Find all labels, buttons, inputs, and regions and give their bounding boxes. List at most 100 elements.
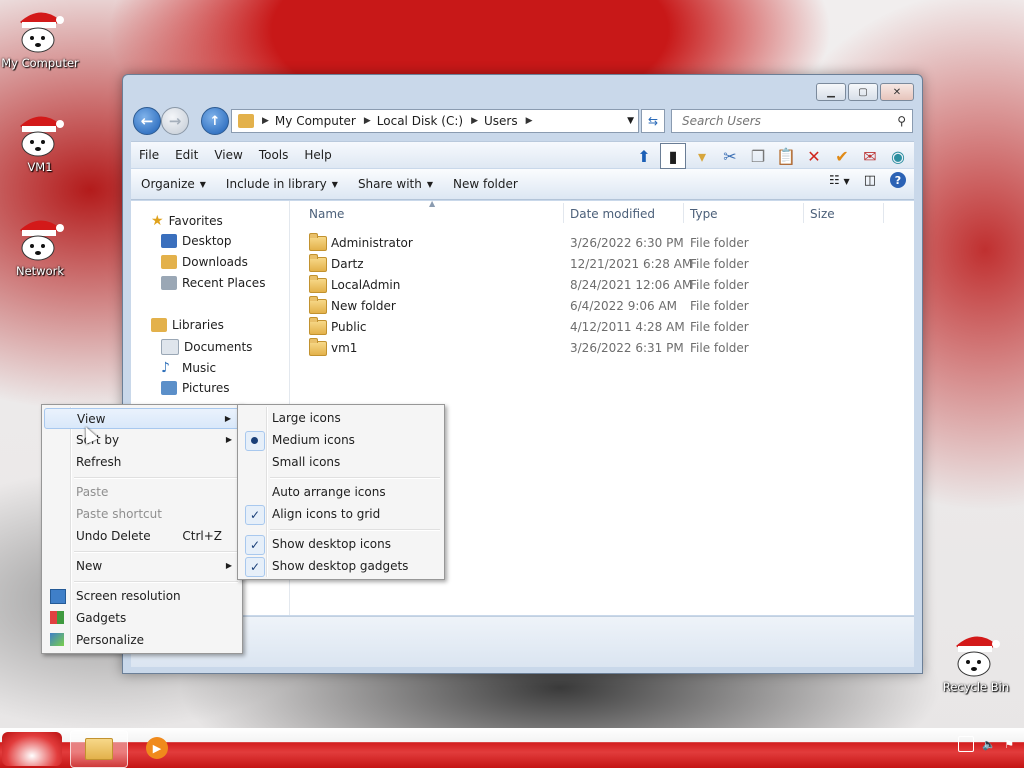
desktop-icon-network[interactable]: Network xyxy=(0,214,80,278)
menu-item-new[interactable]: New ▶ xyxy=(44,556,240,577)
email-icon[interactable]: ✉ xyxy=(858,144,882,168)
breadcrumb-segment[interactable]: Local Disk (C:) xyxy=(377,114,463,128)
column-separator xyxy=(563,203,564,223)
start-button[interactable] xyxy=(2,732,62,766)
chevron-down-icon[interactable]: ▼ xyxy=(627,116,634,126)
desktop-icon-my-computer[interactable]: My Computer xyxy=(0,6,80,70)
checkmark-icon: ✓ xyxy=(245,535,265,555)
delete-icon[interactable]: ✕ xyxy=(802,144,826,168)
back-button[interactable]: ← xyxy=(133,107,161,135)
breadcrumb-segment[interactable]: Users xyxy=(484,114,518,128)
menu-item-show-desktop-gadgets[interactable]: ✓ Show desktop gadgets xyxy=(240,556,442,577)
paste-icon[interactable]: 📋 xyxy=(774,144,798,168)
globe-icon[interactable]: ◉ xyxy=(886,144,910,168)
menu-item-small-icons[interactable]: Small icons xyxy=(240,452,442,473)
maximize-button[interactable]: ▢ xyxy=(848,83,878,101)
table-row[interactable]: New folder 6/4/2022 9:06 AM File folder xyxy=(291,296,914,317)
preview-pane-toggle-icon[interactable]: ◫ xyxy=(864,173,876,188)
address-bar[interactable]: ▶ My Computer ▶ Local Disk (C:) ▶ Users … xyxy=(231,109,639,133)
menu-item-label: Show desktop gadgets xyxy=(272,559,409,573)
include-in-library-button[interactable]: Include in library ▼ xyxy=(216,177,348,191)
minimize-button[interactable]: ▁ xyxy=(816,83,846,101)
table-row[interactable]: vm1 3/26/2022 6:31 PM File folder xyxy=(291,338,914,359)
menu-item-refresh[interactable]: Refresh xyxy=(44,452,240,473)
column-header-size[interactable]: Size xyxy=(810,207,835,221)
santa-dog-icon xyxy=(16,214,64,262)
view-options-icon[interactable]: ☷ ▼ xyxy=(829,173,850,187)
cut-icon[interactable]: ✂ xyxy=(718,144,742,168)
menu-item-screen-resolution[interactable]: Screen resolution xyxy=(44,586,240,607)
nav-music[interactable]: ♪ Music xyxy=(161,360,216,376)
folder-options-icon[interactable]: ▾ xyxy=(690,144,714,168)
menu-tools[interactable]: Tools xyxy=(251,148,297,162)
menu-file[interactable]: File xyxy=(131,148,167,162)
up-button[interactable]: ↑ xyxy=(201,107,229,135)
row-type: File folder xyxy=(690,299,749,313)
new-folder-button[interactable]: New folder xyxy=(443,177,528,191)
row-name: Public xyxy=(331,320,367,334)
table-row[interactable]: Administrator 3/26/2022 6:30 PM File fol… xyxy=(291,233,914,254)
menu-item-label: Screen resolution xyxy=(76,589,181,603)
table-row[interactable]: Dartz 12/21/2021 6:28 AM File folder xyxy=(291,254,914,275)
menu-item-paste[interactable]: Paste xyxy=(44,482,240,503)
column-header-date[interactable]: Date modified xyxy=(570,207,655,221)
nav-recent-places[interactable]: Recent Places xyxy=(161,276,265,290)
menu-item-gadgets[interactable]: Gadgets xyxy=(44,608,240,629)
checkmark-icon[interactable]: ✔ xyxy=(830,144,854,168)
column-header-name[interactable]: Name xyxy=(309,207,344,221)
volume-icon[interactable]: 🔈 xyxy=(982,738,996,751)
menu-item-medium-icons[interactable]: Medium icons xyxy=(240,430,442,451)
flag-icon[interactable]: ⚑ xyxy=(1004,738,1014,751)
nav-pictures[interactable]: Pictures xyxy=(161,381,230,395)
nav-downloads[interactable]: Downloads xyxy=(161,255,248,269)
menu-item-align-to-grid[interactable]: ✓ Align icons to grid xyxy=(240,504,442,525)
nav-desktop[interactable]: Desktop xyxy=(161,234,232,248)
help-icon[interactable]: ? xyxy=(890,172,906,188)
search-input[interactable] xyxy=(680,113,884,129)
menu-item-show-desktop-icons[interactable]: ✓ Show desktop icons xyxy=(240,534,442,555)
taskbar-explorer-button[interactable] xyxy=(70,730,128,768)
chevron-down-icon: ▼ xyxy=(426,179,433,189)
table-row[interactable]: Public 4/12/2011 4:28 AM File folder xyxy=(291,317,914,338)
up-folder-icon[interactable]: ⬆ xyxy=(632,144,656,168)
menu-item-auto-arrange[interactable]: Auto arrange icons xyxy=(240,482,442,503)
menu-item-view[interactable]: View ▶ xyxy=(44,408,240,429)
column-header-type[interactable]: Type xyxy=(690,207,718,221)
row-name: Administrator xyxy=(331,236,413,250)
desktop-icon-label: My Computer xyxy=(1,56,79,70)
close-button[interactable]: ✕ xyxy=(880,83,914,101)
menu-item-paste-shortcut[interactable]: Paste shortcut xyxy=(44,504,240,525)
maximize-icon: ▢ xyxy=(858,86,868,98)
checkmark-icon: ✓ xyxy=(245,505,265,525)
checkmark-icon: ✓ xyxy=(245,557,265,577)
desktop-icon-recycle-bin[interactable]: Recycle Bin xyxy=(936,630,1016,694)
nav-favorites[interactable]: ★ Favorites xyxy=(151,213,223,229)
table-row[interactable]: LocalAdmin 8/24/2021 12:06 AM File folde… xyxy=(291,275,914,296)
refresh-icon: ⇆ xyxy=(647,114,659,128)
menu-item-personalize[interactable]: Personalize xyxy=(44,630,240,651)
preview-pane-icon[interactable]: ▮ xyxy=(660,143,686,169)
menu-view[interactable]: View xyxy=(206,148,250,162)
organize-button[interactable]: Organize ▼ xyxy=(131,177,216,191)
menu-item-label: Personalize xyxy=(76,633,145,647)
menu-item-large-icons[interactable]: Large icons xyxy=(240,408,442,429)
search-icon[interactable]: ⚲ xyxy=(897,114,906,128)
taskbar-media-player-button[interactable]: ▶ xyxy=(140,730,174,766)
nav-libraries[interactable]: Libraries xyxy=(151,318,224,332)
chevron-right-icon: ▶ xyxy=(525,116,533,126)
desktop-icon-vm1[interactable]: VM1 xyxy=(0,110,80,174)
menu-edit[interactable]: Edit xyxy=(167,148,206,162)
menu-item-sort-by[interactable]: Sort by ▶ xyxy=(44,430,240,451)
menu-help[interactable]: Help xyxy=(296,148,339,162)
breadcrumb-segment[interactable]: My Computer xyxy=(275,114,356,128)
share-with-button[interactable]: Share with ▼ xyxy=(348,177,443,191)
nav-documents[interactable]: Documents xyxy=(161,339,252,355)
nav-item-label: Music xyxy=(182,361,217,375)
copy-icon[interactable]: ❐ xyxy=(746,144,770,168)
refresh-button[interactable]: ⇆ xyxy=(641,109,665,133)
network-icon[interactable] xyxy=(958,736,975,752)
forward-button[interactable]: → xyxy=(161,107,189,135)
menu-item-undo-delete[interactable]: Undo Delete Ctrl+Z xyxy=(44,526,240,547)
row-type: File folder xyxy=(690,341,749,355)
folder-icon xyxy=(85,738,113,760)
